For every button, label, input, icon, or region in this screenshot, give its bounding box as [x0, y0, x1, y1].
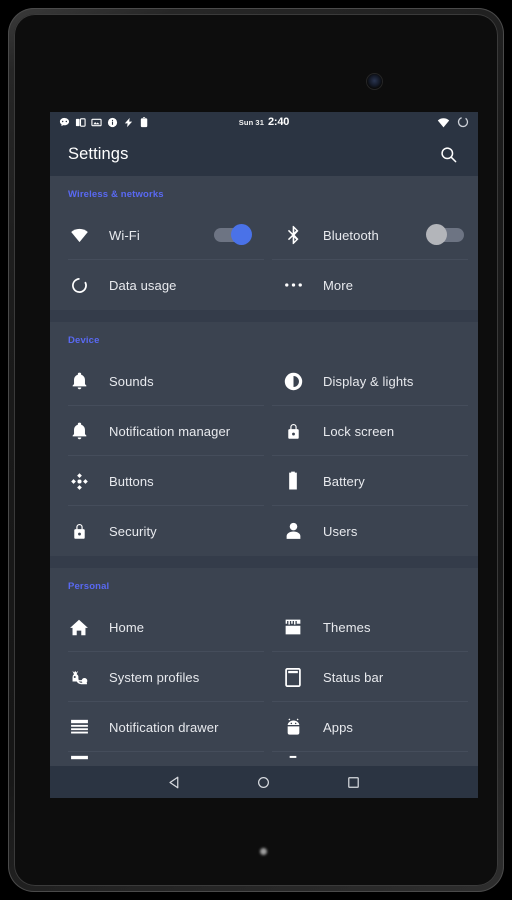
settings-item-label: Display & lights: [323, 373, 414, 389]
wifi-icon: [437, 117, 450, 127]
screenshot-icon: [91, 118, 102, 126]
settings-item-label: Buttons: [109, 473, 154, 489]
settings-item-apps[interactable]: Apps: [264, 702, 478, 752]
settings-item-label: Users: [323, 523, 358, 539]
app-toolbar: Settings: [50, 132, 478, 176]
person-icon: [282, 520, 304, 542]
more-dots-icon: [282, 274, 304, 296]
dpad-icon: [68, 470, 90, 492]
sim-card-icon: [75, 117, 86, 127]
settings-item-wifi[interactable]: Wi-Fi: [50, 210, 264, 260]
home-circle-icon: [258, 776, 270, 788]
settings-grid-device: Sounds Display & lights Notification man…: [50, 356, 478, 556]
themes-icon: [282, 616, 304, 638]
settings-item-data-usage[interactable]: Data usage: [50, 260, 264, 310]
settings-item-lock-screen[interactable]: Lock screen: [264, 406, 478, 456]
section-card-personal: Personal Home Themes System profiles Sta…: [50, 568, 478, 774]
notification-led: [260, 848, 267, 855]
bluetooth-toggle[interactable]: [426, 224, 464, 245]
data-usage-icon: [68, 274, 90, 296]
settings-grid-personal: Home Themes System profiles Status bar N…: [50, 602, 478, 774]
battery-icon: [282, 470, 304, 492]
section-header-personal: Personal: [68, 581, 110, 592]
lock-icon: [282, 420, 304, 442]
system-navigation-bar: [50, 766, 478, 798]
status-bar-time: 2:40: [267, 116, 290, 128]
clipboard-icon: [140, 116, 148, 127]
status-bar: Sun 31 2:40: [50, 112, 478, 132]
bluetooth-icon: [282, 224, 304, 246]
settings-item-label: Battery: [323, 473, 365, 489]
front-camera-icon: [367, 74, 382, 89]
search-icon: [440, 146, 456, 162]
brightness-icon: [282, 370, 304, 392]
nav-recents-button[interactable]: [336, 766, 370, 798]
settings-item-battery[interactable]: Battery: [264, 456, 478, 506]
battery-ring-icon: [457, 116, 469, 128]
wifi-icon: [68, 224, 90, 246]
android-apps-icon: [282, 716, 304, 738]
bell-icon: [68, 420, 90, 442]
home-icon: [68, 616, 90, 638]
settings-scroll-container[interactable]: Wireless & networks Wi-Fi Bluetooth Data…: [50, 176, 478, 798]
recents-square-icon: [347, 776, 359, 788]
settings-item-status-bar[interactable]: Status bar: [264, 652, 478, 702]
wifi-toggle[interactable]: [214, 224, 252, 245]
settings-item-users[interactable]: Users: [264, 506, 478, 556]
status-bar-notification-icons: [59, 116, 150, 128]
settings-item-label: Status bar: [323, 669, 384, 685]
settings-item-label: Sounds: [109, 373, 154, 389]
search-button[interactable]: [434, 140, 462, 168]
system-profiles-icon: [68, 666, 90, 688]
settings-item-home[interactable]: Home: [50, 602, 264, 652]
settings-item-themes[interactable]: Themes: [264, 602, 478, 652]
message-icon: [59, 117, 70, 126]
settings-item-label: Themes: [323, 619, 371, 635]
settings-item-label: Home: [109, 619, 145, 635]
section-card-wireless: Wireless & networks Wi-Fi Bluetooth Data…: [50, 176, 478, 310]
back-triangle-icon: [169, 776, 179, 788]
status-bar-system-icons: [437, 116, 469, 128]
lock-icon: [68, 520, 90, 542]
bell-icon: [68, 370, 90, 392]
usb-charge-icon: [124, 117, 133, 127]
settings-item-label: Notification drawer: [109, 719, 219, 735]
settings-item-label: System profiles: [109, 669, 200, 685]
info-icon: [107, 117, 118, 127]
status-bar-icon: [282, 666, 304, 688]
settings-item-bluetooth[interactable]: Bluetooth: [264, 210, 478, 260]
nav-back-button[interactable]: [158, 766, 192, 798]
settings-item-label: Lock screen: [323, 423, 395, 439]
nav-home-button[interactable]: [247, 766, 281, 798]
settings-item-system-profiles[interactable]: System profiles: [50, 652, 264, 702]
settings-item-buttons[interactable]: Buttons: [50, 456, 264, 506]
settings-item-label: Data usage: [109, 277, 177, 293]
notification-drawer-icon: [68, 716, 90, 738]
section-card-device: Device Sounds Display & lights Notificat…: [50, 322, 478, 556]
settings-item-display-lights[interactable]: Display & lights: [264, 356, 478, 406]
settings-item-security[interactable]: Security: [50, 506, 264, 556]
tablet-device-frame: Sun 31 2:40 Settings Wireless & networks…: [8, 8, 504, 892]
settings-item-label: Apps: [323, 719, 354, 735]
page-title: Settings: [68, 144, 129, 163]
device-screen: Sun 31 2:40 Settings Wireless & networks…: [50, 112, 478, 798]
settings-item-label: Security: [109, 523, 157, 539]
settings-item-label: Wi-Fi: [109, 227, 140, 243]
settings-grid-wireless: Wi-Fi Bluetooth Data usage More: [50, 210, 478, 310]
settings-item-more[interactable]: More: [264, 260, 478, 310]
section-header-wireless: Wireless & networks: [68, 189, 164, 200]
settings-item-label: More: [323, 277, 354, 293]
settings-item-notification-drawer[interactable]: Notification drawer: [50, 702, 264, 752]
settings-item-notification-manager[interactable]: Notification manager: [50, 406, 264, 456]
settings-item-label: Notification manager: [109, 423, 231, 439]
settings-item-label: Bluetooth: [323, 227, 379, 243]
status-bar-date: Sun 31: [238, 117, 264, 127]
section-header-device: Device: [68, 335, 100, 346]
settings-item-sounds[interactable]: Sounds: [50, 356, 264, 406]
